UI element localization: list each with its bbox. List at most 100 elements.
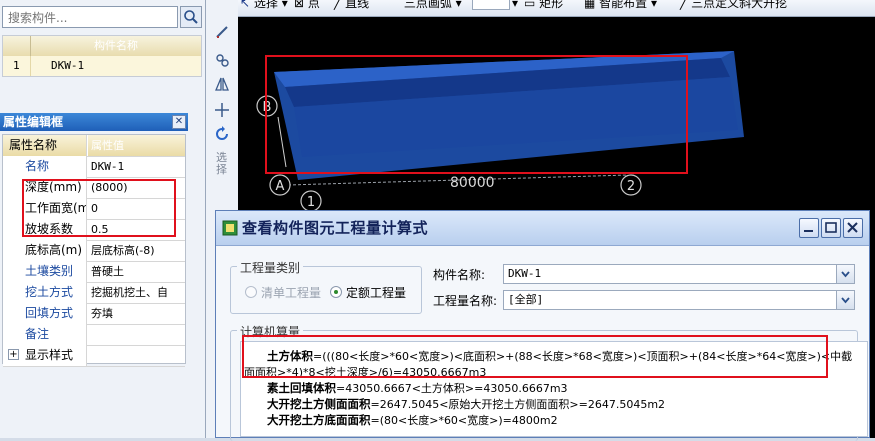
property-value[interactable]	[88, 324, 185, 345]
quantity-category-legend: 工程量类别	[237, 259, 304, 276]
slope-icon: ╱	[680, 0, 688, 10]
axis-marker-1: 1	[300, 190, 322, 212]
select-tool-label[interactable]: 选择	[216, 152, 228, 176]
component-panel: 构件名称 1 DKW-1 属性编辑框 ✕ 属性名称 属性值 名称 DKW-1 深…	[0, 0, 206, 438]
property-editor-title: 属性编辑框	[0, 113, 188, 131]
arc-icon: ⌒	[388, 0, 401, 10]
property-name: 土壤类别	[3, 261, 87, 282]
property-row[interactable]: 回填方式 夯填	[3, 303, 185, 325]
quota-quantity-label: 定额工程量	[346, 286, 407, 300]
maximize-icon	[825, 222, 837, 233]
minimize-icon	[804, 230, 813, 232]
arc-tool-text: 三点画弧	[403, 0, 452, 10]
formula-expression: =(80<长度>*60<宽度>)=4800m2	[370, 414, 558, 427]
dialog-close-button[interactable]	[843, 218, 863, 238]
property-value[interactable]: 普硬土	[88, 261, 185, 282]
move-icon[interactable]	[214, 102, 230, 118]
component-name: DKW-1	[51, 59, 85, 72]
property-value[interactable]: DKW-1	[88, 156, 185, 177]
quantity-name-select[interactable]: [全部]	[503, 290, 855, 310]
formula-term: 大开挖土方底面面积	[267, 413, 371, 427]
svg-text:A: A	[276, 179, 285, 194]
quantity-formula-dialog: 查看构件图元工程量计算式 工程量类别 清单工程量 定额工程量 构件名称: DKW…	[215, 210, 870, 441]
line-icon: ╱	[334, 0, 342, 10]
property-row[interactable]: 挖土方式 挖掘机挖土、自	[3, 282, 185, 304]
select-tool-text: 选择	[253, 0, 278, 10]
property-row[interactable]: 底标高(m) 层底标高(-8)	[3, 240, 185, 262]
smart-layout-button[interactable]: ▦ 智能布置 ▾	[584, 0, 657, 10]
formula-term: 大开挖土方侧面面积	[267, 397, 371, 411]
axis-line-b	[277, 116, 287, 168]
formula-line: 大开挖土方侧面面积=2647.5045<原始大开挖土方侧面面积>=2647.50…	[267, 396, 665, 412]
property-value[interactable]: 夯填	[88, 303, 185, 324]
property-value	[88, 345, 185, 366]
pencil-icon[interactable]	[214, 24, 230, 40]
quantity-category-group: 工程量类别 清单工程量 定额工程量	[230, 259, 422, 314]
custom-slope-text: 三点定义斜大开挖	[691, 0, 788, 10]
component-name-header: 构件名称	[94, 39, 138, 52]
rect-tool-text: 矩形	[539, 0, 564, 10]
close-icon: ✕	[174, 116, 184, 127]
point-icon: ⊠	[294, 0, 305, 10]
search-input[interactable]	[6, 8, 170, 28]
formula-expression: =2647.5045<原始大开挖土方侧面面积>=2647.5045m2	[370, 398, 666, 411]
expand-icon[interactable]: +	[8, 349, 19, 360]
component-name-value: DKW-1	[508, 267, 542, 280]
axis-marker-2: 2	[620, 174, 642, 196]
point-tool-button[interactable]: ⊠ 点	[294, 0, 320, 10]
rotate-icon[interactable]	[214, 126, 230, 142]
close-button[interactable]: ✕	[172, 115, 186, 129]
minimize-button[interactable]	[799, 218, 819, 238]
select-tool-button[interactable]: ↖ 选择 ▾	[240, 0, 288, 10]
line-tool-button[interactable]: ╱ 直线	[334, 0, 369, 10]
property-name-header: 属性名称	[3, 135, 87, 156]
rect-tool-button[interactable]: ▭ 矩形	[524, 0, 563, 10]
smart-layout-text: 智能布置	[599, 0, 648, 10]
arc-tool-button[interactable]: ⌒ 三点画弧 ▾	[388, 0, 462, 10]
property-name: 备注	[3, 324, 87, 345]
dimension-text: 80000	[450, 175, 495, 191]
quantity-name-value: [全部]	[508, 293, 544, 306]
cursor-icon: ↖	[240, 0, 251, 10]
axis-marker-a: A	[269, 174, 291, 196]
property-row[interactable]: 土壤类别 普硬土	[3, 261, 185, 283]
bill-quantity-radio[interactable]	[245, 286, 257, 298]
formula-expression: =43050.6667<土方体积>=43050.6667m3	[336, 382, 568, 395]
chevron-down-icon[interactable]	[836, 291, 854, 309]
index-header	[3, 36, 31, 56]
search-button[interactable]	[180, 6, 202, 28]
property-row[interactable]: 备注	[3, 324, 185, 346]
rectangle-icon: ▭	[524, 0, 536, 10]
top-toolbar: ↖ 选择 ▾ ⊠ 点 ╱ 直线 ⌒ 三点画弧 ▾ ▾ ▭ 矩形 ▦ 智能布置 ▾…	[238, 0, 875, 17]
list-item[interactable]: 1 DKW-1	[3, 56, 201, 76]
mirror-icon[interactable]	[214, 76, 230, 92]
search-field[interactable]	[2, 6, 178, 28]
property-name: 名称	[3, 156, 87, 177]
quantity-name-label: 工程量名称:	[433, 294, 498, 308]
svg-text:2: 2	[627, 179, 635, 194]
property-row[interactable]: 名称 DKW-1	[3, 156, 185, 178]
quota-quantity-radio[interactable]	[330, 286, 342, 298]
search-icon	[184, 10, 198, 24]
chevron-down-icon[interactable]	[836, 265, 854, 283]
custom-slope-button[interactable]: ╱ 三点定义斜大开挖	[680, 0, 787, 10]
component-list-header: 构件名称	[3, 36, 201, 57]
highlight-box-formula	[242, 335, 828, 378]
arc-dropdown[interactable]	[472, 0, 510, 10]
formula-term: 素土回填体积	[267, 381, 336, 395]
property-row[interactable]: 显示样式 +	[3, 345, 185, 367]
arc-dropdown-arrow[interactable]: ▾	[512, 0, 518, 10]
dialog-titlebar[interactable]: 查看构件图元工程量计算式	[216, 211, 869, 246]
property-value[interactable]: 层底标高(-8)	[88, 240, 185, 261]
highlight-box-properties	[22, 179, 176, 237]
point-tool-text: 点	[307, 0, 320, 10]
maximize-button[interactable]	[821, 218, 841, 238]
svg-text:1: 1	[307, 195, 315, 210]
component-name-select[interactable]: DKW-1	[503, 264, 855, 284]
property-name: 回填方式	[3, 303, 87, 324]
row-index: 1	[3, 56, 31, 76]
app-icon	[222, 220, 238, 236]
property-value[interactable]: 挖掘机挖土、自	[88, 282, 185, 303]
offset-icon[interactable]	[214, 52, 230, 68]
property-editor-title-text: 属性编辑框	[3, 115, 64, 129]
